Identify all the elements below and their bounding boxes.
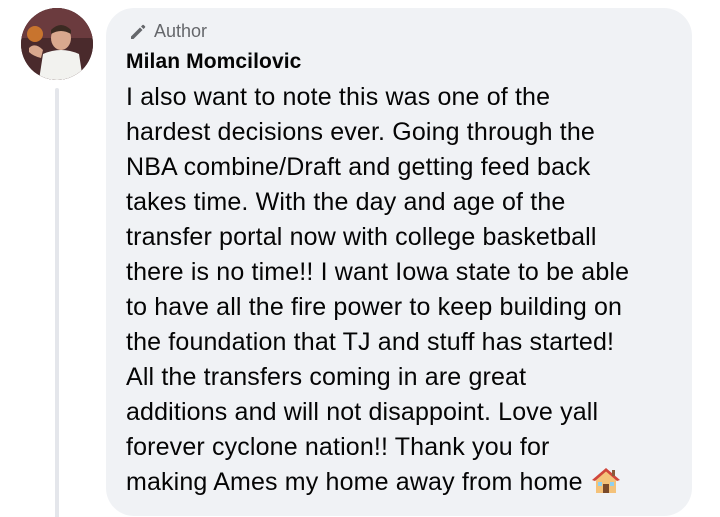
comment-line: hardest decisions ever. Going through th… [126, 118, 595, 146]
author-badge: Author [128, 21, 207, 42]
comment-line: to have all the fire power to keep build… [126, 293, 623, 321]
comment-line: the foundation that TJ and stuff has sta… [126, 328, 615, 356]
avatar[interactable] [21, 8, 93, 80]
comment-line: additions and will not disappoint. Love … [126, 398, 599, 426]
comment-bubble: Author Milan Momcilovic I also want to n… [106, 8, 692, 516]
comment-line-last: making Ames my home away from home [126, 465, 686, 500]
comment-line-text: making Ames my home away from home [126, 468, 583, 496]
house-emoji [591, 467, 621, 495]
author-name[interactable]: Milan Momcilovic [126, 50, 301, 74]
comment-line: transfer portal now with college basketb… [126, 223, 597, 251]
comment-text: I also want to note this was one of the … [126, 80, 686, 500]
comment-line: All the transfers coming in are great [126, 363, 527, 391]
comment-line: NBA combine/Draft and getting feed back [126, 153, 591, 181]
comment-line: takes time. With the day and age of the [126, 188, 566, 216]
author-badge-label: Author [154, 21, 208, 41]
thread-line [55, 88, 59, 517]
avatar-photo [21, 8, 93, 80]
comment-line: I also want to note this was one of the [126, 83, 551, 111]
comment-line: there is no time!! I want Iowa state to … [126, 258, 630, 286]
pencil-icon [128, 22, 148, 42]
comment-thread: Author Milan Momcilovic I also want to n… [0, 0, 720, 517]
comment-line: forever cyclone nation!! Thank you for [126, 433, 550, 461]
